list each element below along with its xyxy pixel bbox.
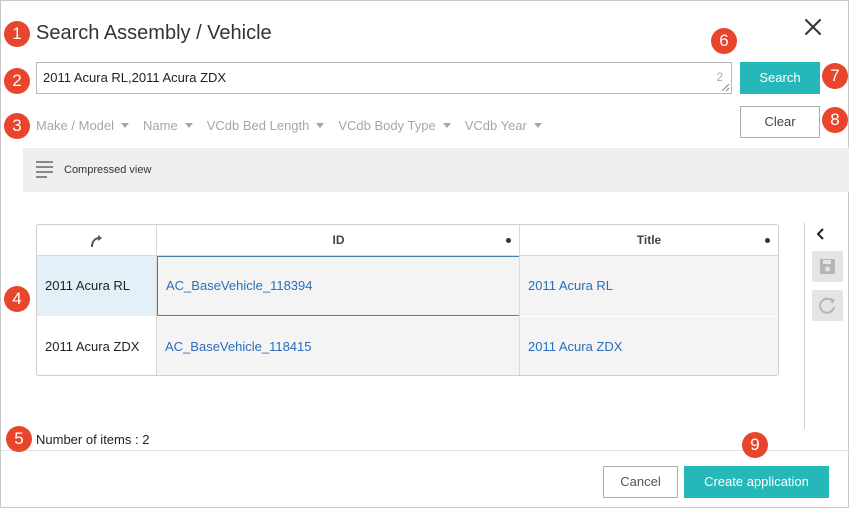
column-divider	[156, 225, 157, 375]
caret-down-icon	[316, 122, 325, 128]
callout-marker: 3	[4, 113, 30, 139]
item-count-label: Number of items : 2	[36, 432, 150, 447]
caret-down-icon	[442, 122, 451, 128]
row-id-cell[interactable]: AC_BaseVehicle_118415	[157, 317, 520, 375]
refresh-button[interactable]	[812, 290, 843, 321]
filter-make-model[interactable]: Make / Model	[36, 115, 130, 135]
filter-name[interactable]: Name	[143, 115, 193, 135]
filter-label: Name	[143, 117, 178, 133]
link-arrow-icon	[91, 235, 102, 248]
filter-vcdb-bed-length[interactable]: VCdb Bed Length	[207, 115, 325, 135]
row-name-cell[interactable]: 2011 Acura RL	[37, 256, 157, 316]
search-button[interactable]: Search	[740, 62, 820, 94]
filter-vcdb-body-type[interactable]: VCdb Body Type	[338, 115, 451, 135]
create-application-button[interactable]: Create application	[684, 466, 829, 498]
search-input[interactable]: 2011 Acura RL,2011 Acura ZDX 2	[36, 62, 732, 94]
cancel-button[interactable]: Cancel	[603, 466, 678, 498]
column-header-title[interactable]: Title	[520, 225, 778, 256]
link-column-header[interactable]	[37, 225, 157, 256]
column-divider	[519, 225, 520, 375]
column-menu-icon[interactable]	[506, 238, 511, 243]
callout-marker: 2	[4, 68, 30, 94]
compressed-view-label[interactable]: Compressed view	[64, 164, 151, 176]
filter-label: VCdb Year	[464, 117, 527, 133]
column-label: ID	[332, 233, 345, 247]
search-input-value: 2011 Acura RL,2011 Acura ZDX	[43, 70, 226, 85]
column-menu-icon[interactable]	[765, 238, 770, 243]
search-input-text: 2011 Acura RL,2011 Acura ZDX	[43, 70, 227, 85]
caret-down-icon	[533, 122, 542, 128]
filter-label: VCdb Bed Length	[206, 117, 310, 133]
close-icon[interactable]	[801, 15, 825, 39]
dialog-title: Search Assembly / Vehicle	[36, 22, 272, 44]
filter-label: VCdb Body Type	[338, 117, 436, 133]
save-icon	[820, 259, 835, 274]
callout-marker: 8	[822, 107, 848, 133]
column-label: Title	[636, 233, 662, 247]
callout-marker: 9	[742, 432, 768, 458]
column-header-id[interactable]: ID	[157, 225, 520, 256]
search-term-count: 2	[716, 70, 723, 84]
chevron-left-icon[interactable]	[815, 227, 827, 241]
callout-marker: 4	[4, 286, 30, 312]
callout-marker: 1	[4, 21, 30, 47]
table-row[interactable]: 2011 Acura ZDX AC_BaseVehicle_118415 201…	[37, 317, 778, 375]
search-assembly-dialog: Search Assembly / Vehicle 2011 Acura RL,…	[0, 0, 849, 508]
filter-vcdb-year[interactable]: VCdb Year	[465, 115, 542, 135]
filter-label: Make / Model	[36, 117, 115, 133]
side-panel-divider	[804, 223, 805, 429]
caret-down-icon	[184, 122, 193, 128]
resize-grip-icon[interactable]	[721, 83, 730, 92]
compressed-view-icon[interactable]	[36, 160, 53, 180]
callout-marker: 5	[6, 426, 32, 452]
row-title-cell[interactable]: 2011 Acura RL	[520, 256, 778, 316]
footer-divider	[1, 450, 849, 451]
table-row[interactable]: 2011 Acura RL AC_BaseVehicle_118394 2011…	[37, 256, 778, 316]
callout-marker: 6	[711, 28, 737, 54]
view-toolbar: Compressed view	[23, 148, 849, 192]
clear-button[interactable]: Clear	[740, 106, 820, 138]
grid-header: ID Title	[37, 225, 778, 256]
results-grid: ID Title 2011 Acura RL AC_BaseVehicle_11…	[36, 224, 779, 376]
row-title-cell[interactable]: 2011 Acura ZDX	[520, 317, 778, 375]
refresh-icon	[819, 297, 835, 314]
row-id-cell[interactable]: AC_BaseVehicle_118394	[157, 256, 520, 316]
callout-marker: 7	[822, 63, 848, 89]
row-name-cell[interactable]: 2011 Acura ZDX	[37, 317, 157, 375]
save-button[interactable]	[812, 251, 843, 282]
filter-bar: Make / Model Name VCdb Bed Length VCdb B…	[36, 115, 542, 135]
caret-down-icon	[121, 122, 130, 128]
